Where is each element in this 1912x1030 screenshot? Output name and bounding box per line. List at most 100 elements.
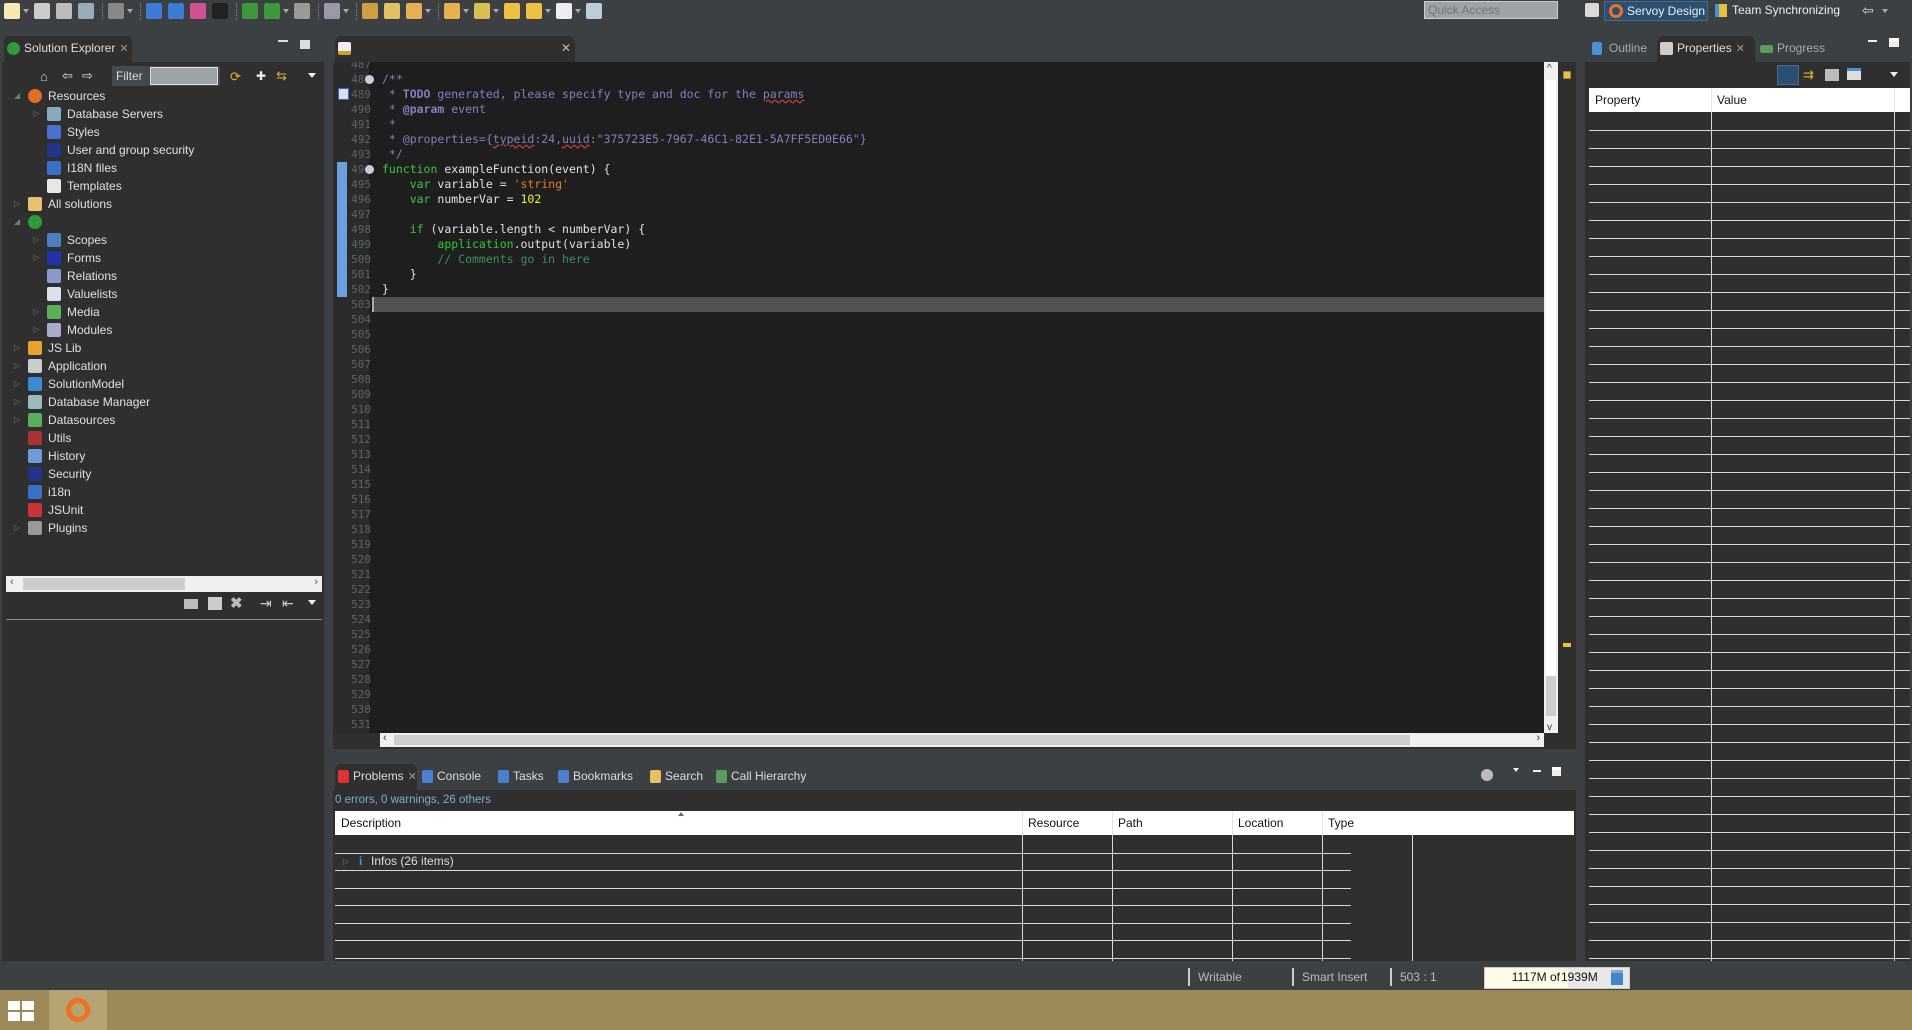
quick-access-input[interactable]	[1424, 1, 1558, 19]
close-icon[interactable]: ✕	[408, 771, 417, 783]
forward-icon[interactable]: ⇨	[82, 68, 93, 84]
collapsed-icon[interactable]: ▷	[14, 339, 22, 357]
breakpoint-skip-icon[interactable]	[324, 3, 340, 19]
tab-progress[interactable]: Progress	[1757, 36, 1847, 62]
close-icon[interactable]: ✕	[561, 36, 571, 60]
collapsed-icon[interactable]: ▷	[14, 519, 22, 537]
heap-status[interactable]: 1117M of 1939M	[1484, 967, 1630, 989]
collapsed-icon[interactable]: ▷	[33, 249, 41, 267]
minimize-icon[interactable]	[278, 40, 288, 42]
fold-toggle-icon[interactable]	[365, 165, 374, 174]
debug-icon[interactable]	[264, 3, 280, 19]
scroll-left-icon[interactable]: ‹	[10, 576, 14, 588]
maximize-icon[interactable]	[300, 40, 310, 49]
chevron-down-icon[interactable]	[493, 9, 499, 13]
close-icon[interactable]: ✕	[119, 43, 128, 55]
column-header-description[interactable]: Description	[335, 811, 401, 835]
font-icon[interactable]	[212, 3, 228, 19]
restore-default-icon[interactable]	[1825, 69, 1839, 81]
tab-solution-explorer[interactable]: Solution Explorer ✕	[4, 36, 132, 62]
editor-vertical-scrollbar[interactable]: ^ v	[1544, 62, 1558, 733]
tab-bookmarks[interactable]: Bookmarks	[555, 764, 645, 790]
chevron-down-icon[interactable]	[23, 9, 29, 13]
chevron-down-icon[interactable]	[575, 9, 581, 13]
new-folder-icon[interactable]	[208, 597, 222, 610]
tab-tasks[interactable]: Tasks	[495, 764, 553, 790]
chevron-down-icon[interactable]	[127, 9, 133, 13]
collapsed-icon[interactable]: ▷	[14, 375, 22, 393]
table-row[interactable]: ▷ i Infos (26 items)	[335, 853, 1022, 870]
tab-console[interactable]: Console	[419, 764, 493, 790]
garbage-collect-icon[interactable]	[1611, 970, 1623, 985]
servoy-app-button[interactable]	[49, 990, 107, 1030]
chevron-down-icon[interactable]	[283, 9, 289, 13]
scrollbar-thumb[interactable]	[23, 578, 185, 590]
save-icon[interactable]	[34, 3, 50, 19]
color-wheel-icon[interactable]	[190, 3, 206, 19]
print-icon[interactable]	[78, 3, 94, 19]
minimize-icon[interactable]	[1533, 770, 1541, 772]
hanger-icon[interactable]	[108, 3, 124, 19]
scrollbar-thumb[interactable]	[394, 735, 1410, 745]
back-arrow-icon[interactable]: ⇦	[1862, 2, 1874, 19]
pin-icon[interactable]	[1847, 68, 1861, 80]
edit-icon[interactable]	[586, 3, 602, 19]
editor-horizontal-scrollbar[interactable]: ‹ ›	[380, 732, 1544, 747]
debug-client-icon[interactable]	[294, 3, 310, 19]
collapsed-icon[interactable]: ▷	[14, 195, 22, 213]
expand-icon[interactable]: ▷	[343, 853, 349, 870]
chevron-down-icon[interactable]	[1882, 9, 1888, 13]
refresh-icon[interactable]: ⟳	[230, 69, 241, 85]
tab-outline[interactable]: Outline	[1589, 36, 1657, 62]
collapsed-icon[interactable]: ▷	[14, 411, 22, 429]
perspective-team-synchronizing[interactable]: Team Synchronizing	[1712, 1, 1840, 21]
new-icon[interactable]	[4, 3, 20, 19]
run-icon[interactable]	[242, 3, 258, 19]
column-header-type[interactable]: Type	[1322, 811, 1354, 835]
scroll-right-icon[interactable]: ›	[1536, 732, 1540, 744]
collapsed-icon[interactable]: ▷	[33, 321, 41, 339]
i18n-import-icon[interactable]	[146, 3, 162, 19]
tree-horizontal-scrollbar[interactable]: ‹ ›	[6, 576, 322, 592]
next-annotation-icon[interactable]	[444, 3, 460, 19]
tab-search[interactable]: Search	[647, 764, 711, 790]
view-menu-icon[interactable]	[308, 73, 316, 78]
collapse-icon[interactable]: ✚	[256, 69, 266, 83]
column-header-location[interactable]: Location	[1232, 811, 1283, 835]
tab-problems[interactable]: Problems ✕	[335, 764, 417, 790]
prev-annotation-icon[interactable]	[474, 3, 490, 19]
home-icon[interactable]: ⌂	[40, 69, 48, 84]
scrollbar-thumb[interactable]	[1546, 676, 1556, 716]
chevron-down-icon[interactable]	[545, 9, 551, 13]
filter-icon[interactable]	[1481, 769, 1493, 781]
view-menu-icon[interactable]	[1513, 768, 1519, 772]
move-in-icon[interactable]: ⇤	[282, 595, 294, 612]
filter-input[interactable]	[150, 67, 218, 85]
move-right-icon[interactable]: ⇥	[260, 595, 272, 612]
scroll-down-icon[interactable]: v	[1547, 722, 1552, 733]
chevron-down-icon[interactable]	[425, 9, 431, 13]
scroll-left-icon[interactable]: ‹	[383, 732, 387, 744]
expanded-icon[interactable]: ◢	[14, 87, 22, 105]
edit-script-icon[interactable]	[362, 3, 378, 19]
view-menu-icon[interactable]	[1890, 72, 1898, 77]
delete-icon[interactable]: ✖	[230, 594, 243, 612]
maximize-icon[interactable]	[1552, 767, 1561, 776]
fold-toggle-icon[interactable]	[365, 75, 374, 84]
brush-icon[interactable]	[406, 3, 422, 19]
collapsed-icon[interactable]: ▷	[14, 357, 22, 375]
open-perspective-icon[interactable]	[1585, 3, 1599, 17]
windows-start-icon[interactable]	[8, 1001, 34, 1021]
scroll-up-icon[interactable]: ^	[1547, 63, 1552, 74]
collapsed-icon[interactable]: ▷	[14, 393, 22, 411]
overview-task-marker[interactable]	[1563, 643, 1571, 647]
column-header-value[interactable]: Value	[1711, 88, 1747, 112]
filter-advanced-icon[interactable]: ⇉	[1803, 67, 1814, 83]
maximize-icon[interactable]	[1889, 38, 1899, 47]
column-header-path[interactable]: Path	[1112, 811, 1143, 835]
scroll-right-icon[interactable]: ›	[314, 576, 318, 588]
overview-warning-marker[interactable]	[1563, 71, 1571, 79]
link-editor-icon[interactable]: ⇆	[276, 68, 287, 84]
i18n-icon[interactable]	[168, 3, 184, 19]
column-header-property[interactable]: Property	[1589, 88, 1640, 112]
